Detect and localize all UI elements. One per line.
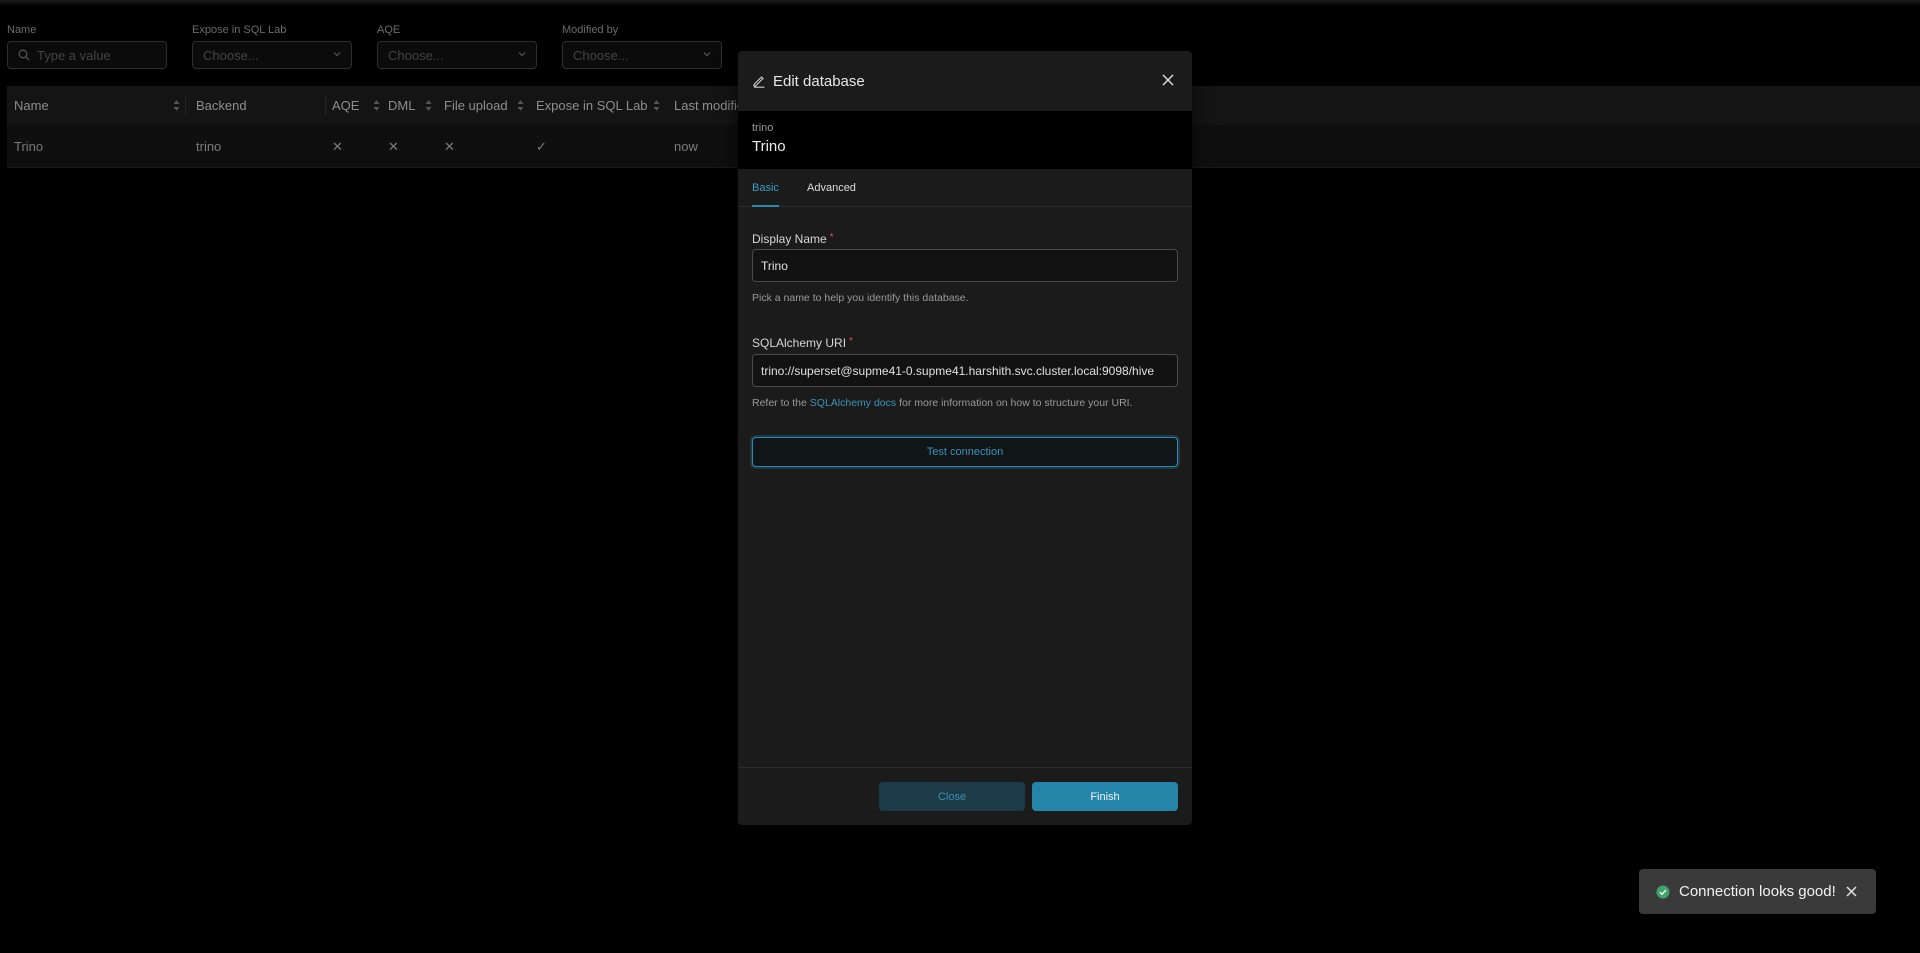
search-placeholder: Type a value: [37, 47, 111, 63]
success-toast: Connection looks good!: [1639, 869, 1876, 914]
display-name-helper: Pick a name to help you identify this da…: [752, 292, 969, 304]
select-placeholder: Choose...: [203, 47, 259, 63]
column-header-expose-sql-lab[interactable]: Expose in SQL Lab: [536, 86, 666, 125]
cell-backend: trino: [196, 139, 222, 154]
database-name: Trino: [752, 138, 786, 155]
filter-label: Expose in SQL Lab: [192, 24, 287, 36]
select-placeholder: Choose...: [388, 47, 444, 63]
test-connection-button[interactable]: Test connection: [752, 437, 1178, 467]
filter-name: Name Type a value: [7, 24, 192, 69]
close-icon[interactable]: [1160, 72, 1176, 88]
column-label: File upload: [444, 98, 508, 113]
sort-icon: [173, 100, 180, 111]
close-button[interactable]: Close: [879, 782, 1025, 811]
sqlalchemy-uri-label: SQLAlchemy URI *: [752, 336, 853, 350]
column-divider: [185, 96, 186, 115]
label-text: SQLAlchemy URI: [752, 336, 847, 350]
modal-header: Edit database: [738, 51, 1192, 111]
sqlalchemy-uri-helper: Refer to the SQLAlchemy docs for more in…: [752, 397, 1133, 409]
cell-last-modified: now: [674, 139, 698, 154]
column-label: Name: [14, 98, 49, 113]
column-label: AQE: [332, 98, 360, 113]
search-icon: [18, 49, 30, 61]
active-tab-indicator: [752, 205, 779, 207]
modal-footer: Close Finish: [738, 767, 1192, 825]
display-name-input[interactable]: [752, 249, 1178, 282]
sort-icon: [425, 100, 432, 111]
finish-button[interactable]: Finish: [1032, 782, 1178, 811]
filter-modified-by: Modified by Choose...: [562, 24, 747, 69]
filter-bar: Name Type a value Expose in SQL Lab Choo…: [7, 24, 747, 69]
toast-message: Connection looks good!: [1679, 883, 1836, 900]
column-header-aqe[interactable]: AQE: [332, 86, 386, 125]
check-circle-icon: [1656, 885, 1670, 898]
tab-basic[interactable]: Basic: [752, 169, 779, 207]
filter-expose-sql-lab: Expose in SQL Lab Choose...: [192, 24, 377, 69]
expose-sql-lab-select[interactable]: Choose...: [192, 41, 352, 69]
edit-pencil-icon: [753, 76, 765, 88]
sort-icon: [517, 100, 524, 111]
column-header-backend: Backend: [196, 86, 247, 125]
chevron-down-icon: [703, 52, 711, 57]
chevron-down-icon: [518, 52, 526, 57]
modal-tabs: Basic Advanced: [738, 169, 1192, 207]
select-placeholder: Choose...: [573, 47, 629, 63]
required-mark: *: [849, 336, 853, 347]
column-header-file-upload[interactable]: File upload: [444, 86, 530, 125]
column-header-dml[interactable]: DML: [388, 86, 438, 125]
column-label: Expose in SQL Lab: [536, 98, 648, 113]
close-icon[interactable]: [1845, 885, 1858, 898]
column-label: Backend: [196, 98, 247, 113]
chevron-down-icon: [333, 52, 341, 57]
cell-file-upload-cross-icon: ✕: [444, 138, 455, 154]
database-banner: trino Trino: [738, 111, 1192, 169]
column-label: DML: [388, 98, 416, 113]
modal-title: Edit database: [773, 72, 865, 90]
cell-name: Trino: [14, 139, 44, 154]
column-divider: [325, 96, 326, 115]
engine-label: trino: [752, 122, 774, 134]
filter-aqe: AQE Choose...: [377, 24, 562, 69]
cell-aqe-cross-icon: ✕: [332, 138, 343, 154]
tab-advanced[interactable]: Advanced: [807, 169, 856, 207]
sort-icon: [653, 100, 660, 111]
filter-label: Name: [7, 24, 37, 36]
aqe-select[interactable]: Choose...: [377, 41, 537, 69]
display-name-label: Display Name *: [752, 232, 834, 246]
required-mark: *: [829, 232, 834, 243]
cell-dml-cross-icon: ✕: [388, 138, 399, 154]
sort-icon: [373, 100, 380, 111]
modified-by-select[interactable]: Choose...: [562, 41, 722, 69]
edit-database-modal: Edit database trino Trino Basic Advanced…: [738, 51, 1192, 825]
filter-label: AQE: [377, 24, 401, 36]
sqlalchemy-uri-input[interactable]: [752, 354, 1178, 387]
label-text: Display Name: [752, 232, 827, 246]
top-nav-shadow: [0, 0, 1920, 6]
name-search-input[interactable]: Type a value: [7, 41, 167, 69]
helper-text: for more information on how to structure…: [896, 397, 1133, 409]
sqlalchemy-docs-link[interactable]: SQLAlchemy docs: [810, 397, 896, 409]
cell-expose-check-icon: ✓: [536, 138, 547, 154]
filter-label: Modified by: [562, 24, 619, 36]
column-header-name[interactable]: Name: [14, 86, 186, 125]
helper-text: Refer to the: [752, 397, 810, 409]
